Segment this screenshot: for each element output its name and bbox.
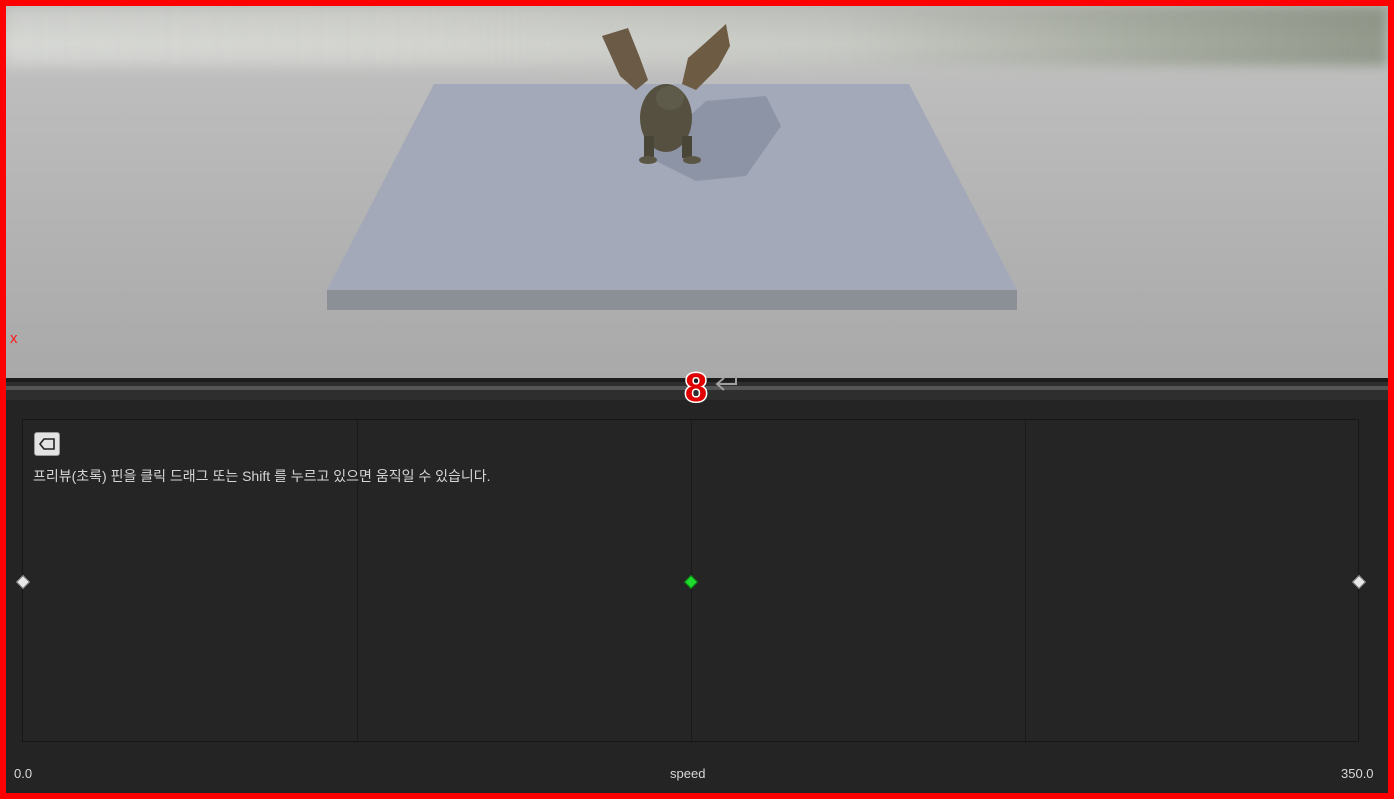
x-axis-name-label: speed	[670, 766, 706, 781]
enter-arrow-icon	[715, 376, 737, 391]
grid-line	[1025, 420, 1026, 741]
x-axis-min-label: 0.0	[14, 766, 33, 781]
axis-indicator-x: x	[10, 330, 18, 347]
step-number-badge: 8	[683, 365, 708, 409]
preview-hint-text: 프리뷰(초록) 핀을 클릭 드래그 또는 Shift 를 누르고 있으면 움직일…	[33, 468, 491, 484]
toggle-labels-button[interactable]	[34, 432, 60, 456]
blend-space-grid[interactable]: 프리뷰(초록) 핀을 클릭 드래그 또는 Shift 를 누르고 있으면 움직일…	[15, 419, 1367, 742]
preview-pin[interactable]	[683, 574, 699, 590]
dragon-character[interactable]	[596, 18, 736, 168]
sample-pin-start[interactable]	[15, 574, 31, 590]
blend-space-editor: 프리뷰(초록) 핀을 클릭 드래그 또는 Shift 를 누르고 있으면 움직일…	[6, 400, 1388, 793]
x-axis-max-label: 350.0	[1341, 766, 1374, 781]
step-number-text: 8	[685, 366, 707, 409]
sample-pin-end[interactable]	[1351, 574, 1367, 590]
tag-icon	[38, 438, 55, 450]
preview-viewport[interactable]: x	[6, 6, 1388, 378]
